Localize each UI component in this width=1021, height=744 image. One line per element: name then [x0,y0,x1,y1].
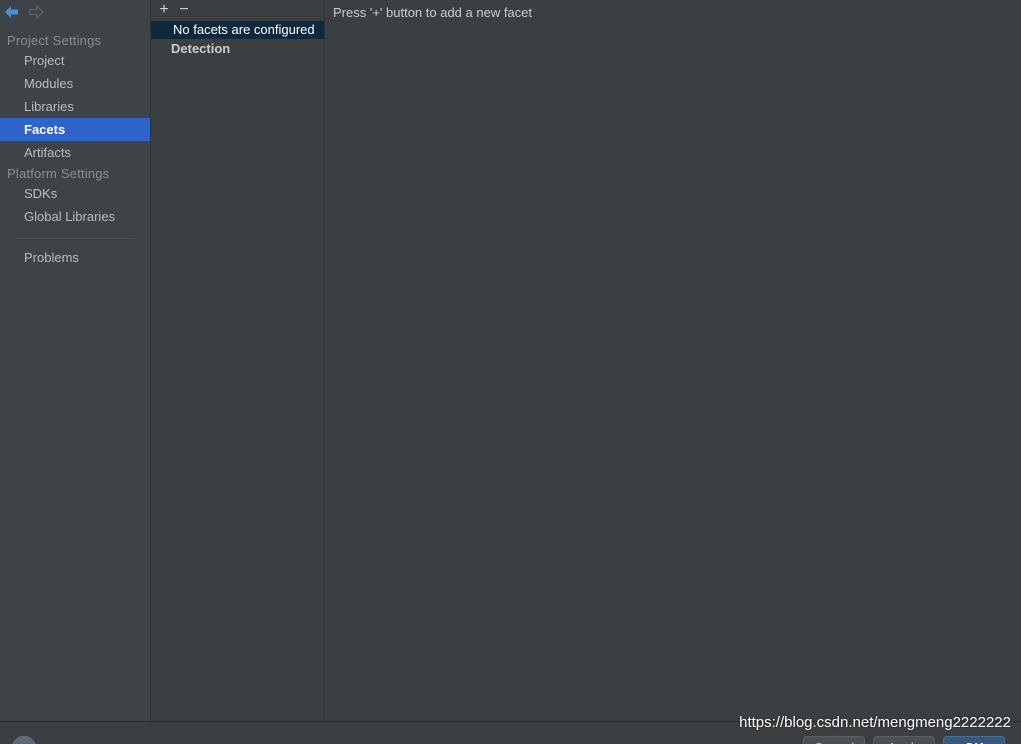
facet-details-panel: Press '+' button to add a new facet [325,0,1021,721]
sidebar-item-facets[interactable]: Facets [0,118,150,141]
ok-button[interactable]: OK [943,736,1005,744]
arrow-left-icon[interactable] [4,4,20,20]
facets-toolbar: + − [151,0,324,20]
sidebar-item-sdks[interactable]: SDKs [0,182,150,205]
sidebar-item-problems[interactable]: Problems [0,246,150,269]
watermark-url: https://blog.csdn.net/mengmeng2222222 [739,714,1011,731]
navigation-arrows [4,3,44,21]
sidebar-item-libraries[interactable]: Libraries [0,95,150,118]
help-icon[interactable] [12,736,36,744]
minus-icon[interactable]: − [177,2,191,18]
sidebar-item-artifacts[interactable]: Artifacts [0,141,150,164]
settings-sidebar: Project Settings Project Modules Librari… [0,0,151,721]
sidebar-divider [16,238,134,239]
plus-icon[interactable]: + [157,2,171,18]
cancel-button[interactable]: Cancel [803,736,865,744]
sidebar-item-project[interactable]: Project [0,49,150,72]
apply-button[interactable]: Apply [873,736,935,744]
project-structure-dialog: Project Settings Project Modules Librari… [0,0,1021,744]
list-item-no-facets[interactable]: No facets are configured [151,21,324,39]
project-settings-heading: Project Settings [7,33,102,48]
arrow-right-icon[interactable] [28,4,44,20]
add-facet-hint: Press '+' button to add a new facet [333,5,533,20]
sidebar-item-global-libraries[interactable]: Global Libraries [0,205,150,228]
list-item-detection[interactable]: Detection [151,40,324,58]
platform-settings-heading: Platform Settings [7,166,110,181]
facets-list-panel: + − No facets are configured Detection [151,0,325,721]
sidebar-item-modules[interactable]: Modules [0,72,150,95]
